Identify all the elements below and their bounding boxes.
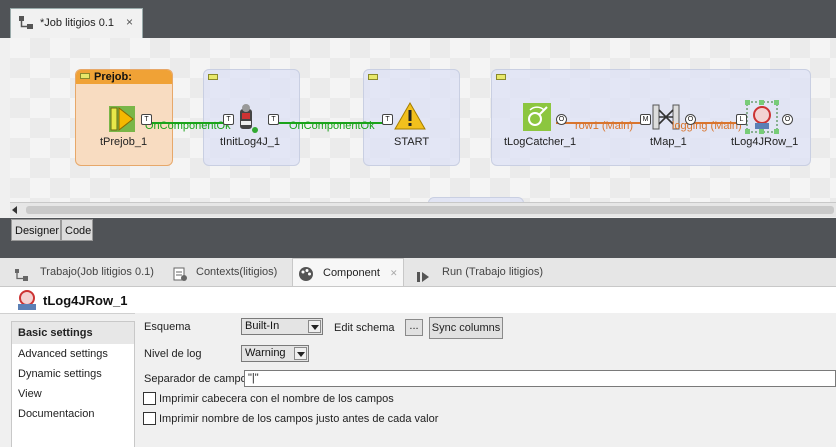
sync-columns-button[interactable]: Sync columns (429, 317, 503, 339)
separador-input[interactable]: "|" (244, 370, 836, 387)
job-icon (17, 15, 35, 34)
canvas-horizontal-scrollbar[interactable] (10, 202, 836, 217)
edit-schema-label: Edit schema (334, 322, 395, 334)
nivel-select[interactable]: Warning (241, 345, 309, 362)
connection-label-oncomponentok-2: OnComponentOk (289, 120, 375, 132)
tlogcatcher-icon[interactable] (522, 102, 552, 132)
editor-tabbar: *Job litigios 0.1 × (0, 0, 836, 38)
tab-designer[interactable]: Designer (11, 219, 61, 241)
tprejob-icon[interactable] (109, 105, 139, 133)
subjob-collapse-toggle[interactable] (496, 74, 506, 80)
settings-list: Basic settings Advanced settings Dynamic… (11, 321, 135, 447)
views-tabbar: Trabajo(Job litigios 0.1) Contexts(litig… (0, 258, 836, 287)
component-label-start: START (394, 136, 430, 148)
port-prejob-out[interactable]: T (141, 114, 152, 125)
scrollbar-thumb[interactable] (26, 206, 834, 214)
esquema-label: Esquema (144, 321, 191, 333)
port-initlog-in[interactable]: T (223, 114, 234, 125)
tab-trabajo-label: Trabajo(Job litigios 0.1) (40, 266, 154, 278)
close-icon[interactable]: ✕ (390, 259, 398, 287)
imprimir-cabecera-label: Imprimir cabecera con el nombre de los c… (159, 393, 394, 405)
tab-component-label: Component (323, 267, 380, 279)
connection-label-oncomponentok-1: OnComponentOk (145, 120, 231, 132)
scroll-left-arrow-icon[interactable] (12, 206, 17, 214)
port-map-in[interactable]: M (640, 114, 651, 125)
connection-label-row1: row1 (Main) (575, 120, 634, 132)
tinitlog4j-icon[interactable] (236, 103, 260, 135)
designer-code-tabbar: Designer Code (0, 218, 836, 242)
job-design-canvas[interactable]: Prejob: tPrejob_1 tInitLog4J_1 START tLo… (10, 38, 836, 202)
port-logcatcher-out[interactable]: O (556, 114, 567, 125)
settings-item-basic[interactable]: Basic settings (18, 327, 93, 339)
tab-component[interactable]: Component ✕ (292, 258, 404, 286)
imprimir-nombre-label: Imprimir nombre de los campos justo ante… (159, 413, 439, 425)
component-title: tLog4JRow_1 (43, 293, 128, 308)
panel-divider (0, 242, 836, 258)
subjob-collapse-toggle[interactable] (80, 73, 90, 79)
chevron-down-icon (294, 347, 307, 360)
component-label-tmap: tMap_1 (650, 136, 687, 148)
imprimir-cabecera-checkbox[interactable] (143, 392, 156, 405)
port-log4jrow-in[interactable]: L (736, 114, 747, 125)
port-map-out[interactable]: O (685, 114, 696, 125)
component-label-tprejob: tPrejob_1 (100, 136, 148, 148)
edit-schema-button[interactable]: ... (405, 319, 423, 336)
tab-contexts-label: Contexts(litigios) (196, 266, 278, 278)
nivel-label: Nivel de log (144, 348, 202, 360)
separador-value: "|" (248, 372, 259, 384)
component-label-tlogcatcher: tLogCatcher_1 (504, 136, 577, 148)
chevron-down-icon (308, 320, 321, 333)
tab-code[interactable]: Code (61, 219, 93, 241)
connection-label-logging: logging (Main) (672, 120, 742, 132)
component-label-tlog4jrow: tLog4JRow_1 (731, 136, 799, 148)
editor-tab-title: *Job litigios 0.1 (40, 17, 114, 29)
nivel-value: Warning (245, 347, 286, 359)
tab-run-label: Run (Trabajo litigios) (442, 266, 544, 278)
editor-tab-job[interactable]: *Job litigios 0.1 × (10, 8, 143, 38)
imprimir-nombre-checkbox[interactable] (143, 412, 156, 425)
basic-settings-form: Esquema Built-In Edit schema ... Sync co… (135, 313, 836, 447)
close-icon[interactable]: × (126, 15, 133, 29)
port-log4jrow-out[interactable]: O (782, 114, 793, 125)
separador-label: Separador de campo (144, 373, 247, 385)
log4j-icon (16, 289, 38, 314)
settings-item-documentacion[interactable]: Documentacion (18, 408, 94, 420)
port-initlog-out[interactable]: T (268, 114, 279, 125)
esquema-value: Built-In (245, 320, 280, 332)
settings-item-advanced[interactable]: Advanced settings (18, 348, 108, 360)
subjob-collapse-toggle[interactable] (208, 74, 218, 80)
settings-item-dynamic[interactable]: Dynamic settings (18, 368, 102, 380)
settings-item-view[interactable]: View (18, 388, 42, 400)
esquema-select[interactable]: Built-In (241, 318, 323, 335)
warning-icon[interactable] (394, 101, 426, 130)
port-start-in[interactable]: T (382, 114, 393, 125)
subjob-collapse-toggle[interactable] (368, 74, 378, 80)
subjob-header: Prejob: (76, 70, 172, 84)
component-header: tLog4JRow_1 (0, 287, 836, 314)
component-label-tinitlog4j: tInitLog4J_1 (220, 136, 280, 148)
tlog4jrow-icon[interactable] (745, 100, 779, 134)
subjob-label: Prejob: (94, 71, 132, 83)
